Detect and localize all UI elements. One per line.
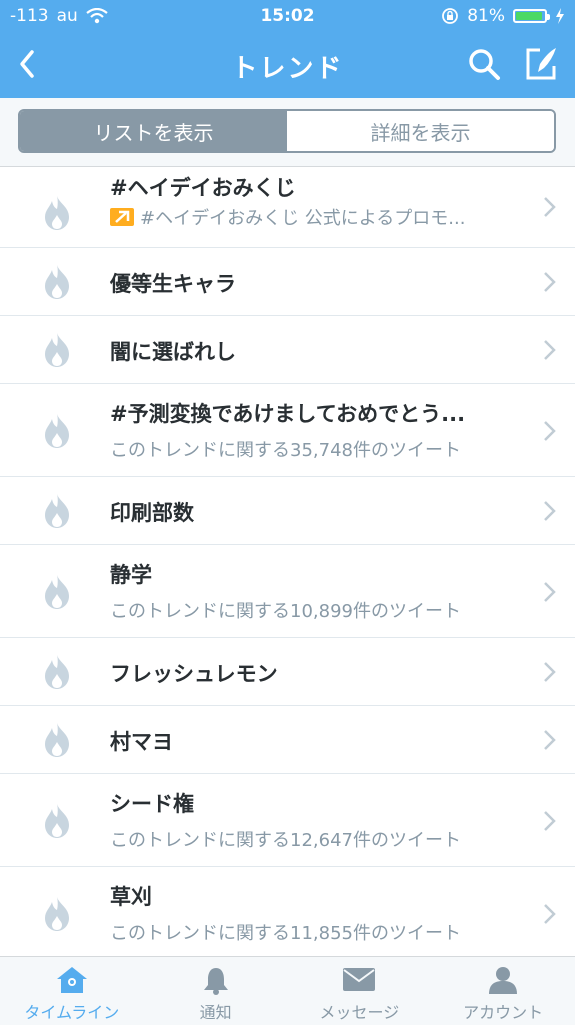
trend-row[interactable]: 静学このトレンドに関する10,899件のツイート	[0, 545, 575, 638]
trend-subtitle-text: #ヘイデイおみくじ 公式によるプロモ...	[140, 208, 466, 229]
view-mode-segmented-control: リストを表示 詳細を表示	[18, 109, 556, 153]
trend-name: シード権	[110, 792, 194, 816]
trend-name: フレッシュレモン	[110, 662, 278, 686]
chevron-right-icon	[543, 500, 557, 522]
search-icon[interactable]	[464, 44, 504, 84]
flame-icon	[41, 896, 73, 932]
tab-label: アカウント	[463, 1003, 544, 1022]
view-mode-bar: リストを表示 詳細を表示	[0, 98, 575, 167]
chevron-right-icon	[543, 810, 557, 832]
flame-icon	[41, 654, 73, 690]
trend-subtitle-text: このトレンドに関する12,647件のツイート	[110, 830, 461, 851]
trend-row[interactable]: 草刈このトレンドに関する11,855件のツイート	[0, 867, 575, 960]
flame-icon	[41, 264, 73, 300]
status-bar: -113 au 15:02 81%	[0, 0, 575, 32]
battery-percent: 81%	[467, 6, 505, 26]
tab-label: タイムライン	[24, 1003, 120, 1022]
tab-messages[interactable]: メッセージ	[288, 957, 432, 1025]
navigation-bar: トレンド	[0, 32, 575, 98]
orientation-lock-icon	[442, 8, 459, 24]
chevron-right-icon	[543, 420, 557, 442]
trend-name: 村マヨ	[110, 730, 173, 754]
tab-label: 通知	[199, 1003, 232, 1022]
tab-timeline[interactable]: タイムライン	[0, 957, 144, 1025]
trend-name: 闇に選ばれし	[110, 340, 236, 364]
trend-name: 印刷部数	[110, 501, 194, 525]
flame-icon	[41, 493, 73, 529]
trend-subtitle: このトレンドに関する10,899件のツイート	[110, 597, 461, 623]
chevron-right-icon	[543, 581, 557, 603]
promoted-icon	[110, 208, 134, 226]
flame-icon	[41, 803, 73, 839]
trend-name: #ヘイデイおみくじ	[110, 176, 296, 200]
chevron-right-icon	[543, 339, 557, 361]
trend-row[interactable]: 村マヨ	[0, 706, 575, 774]
charging-icon	[556, 8, 564, 24]
tab-notifications[interactable]: 通知	[144, 957, 288, 1025]
list-view-segment[interactable]: リストを表示	[20, 111, 287, 151]
chevron-right-icon	[543, 903, 557, 925]
trend-name: 静学	[110, 563, 152, 587]
chevron-right-icon	[543, 196, 557, 218]
bell-icon	[203, 968, 228, 995]
trend-name: #予測変換であけましておめでとう...	[110, 402, 466, 426]
trend-row[interactable]: 印刷部数	[0, 477, 575, 545]
trend-row[interactable]: 闇に選ばれし	[0, 316, 575, 384]
flame-icon	[41, 722, 73, 758]
trend-subtitle: このトレンドに関する11,855件のツイート	[110, 919, 461, 945]
trend-subtitle: #ヘイデイおみくじ 公式によるプロモ...	[110, 204, 465, 230]
trend-subtitle: このトレンドに関する35,748件のツイート	[110, 436, 461, 462]
battery-icon	[513, 9, 550, 23]
tab-account[interactable]: アカウント	[431, 957, 575, 1025]
trend-name: 優等生キャラ	[110, 272, 236, 296]
chevron-right-icon	[543, 661, 557, 683]
flame-icon	[41, 332, 73, 368]
chevron-right-icon	[543, 271, 557, 293]
envelope-icon	[343, 968, 376, 991]
home-icon	[56, 967, 87, 993]
trend-name: 草刈	[110, 885, 152, 909]
person-icon	[489, 967, 518, 994]
trend-list: #ヘイデイおみくじ #ヘイデイおみくじ 公式によるプロモ... 優等生キャラ 闇に選ば…	[0, 166, 575, 960]
top-bar: -113 au 15:02 81% トレンド	[0, 0, 575, 98]
detail-view-segment[interactable]: 詳細を表示	[287, 111, 554, 151]
trend-row[interactable]: #ヘイデイおみくじ #ヘイデイおみくじ 公式によるプロモ...	[0, 166, 575, 248]
trend-subtitle-text: このトレンドに関する10,899件のツイート	[110, 601, 461, 622]
compose-icon[interactable]	[522, 44, 562, 84]
flame-icon	[41, 413, 73, 449]
trend-row[interactable]: 優等生キャラ	[0, 248, 575, 316]
tab-bar: タイムライン 通知 メッセージ アカウント	[0, 956, 575, 1025]
trend-subtitle-text: このトレンドに関する11,855件のツイート	[110, 923, 461, 944]
trend-subtitle: このトレンドに関する12,647件のツイート	[110, 826, 461, 852]
trend-row[interactable]: シード権このトレンドに関する12,647件のツイート	[0, 774, 575, 867]
flame-icon	[41, 574, 73, 610]
trend-row[interactable]: #予測変換であけましておめでとう... このトレンドに関する35,748件のツイー…	[0, 384, 575, 477]
chevron-right-icon	[543, 729, 557, 751]
flame-icon	[41, 195, 73, 231]
tab-label: メッセージ	[319, 1003, 400, 1022]
trend-subtitle-text: このトレンドに関する35,748件のツイート	[110, 440, 461, 461]
trend-row[interactable]: フレッシュレモン	[0, 638, 575, 706]
